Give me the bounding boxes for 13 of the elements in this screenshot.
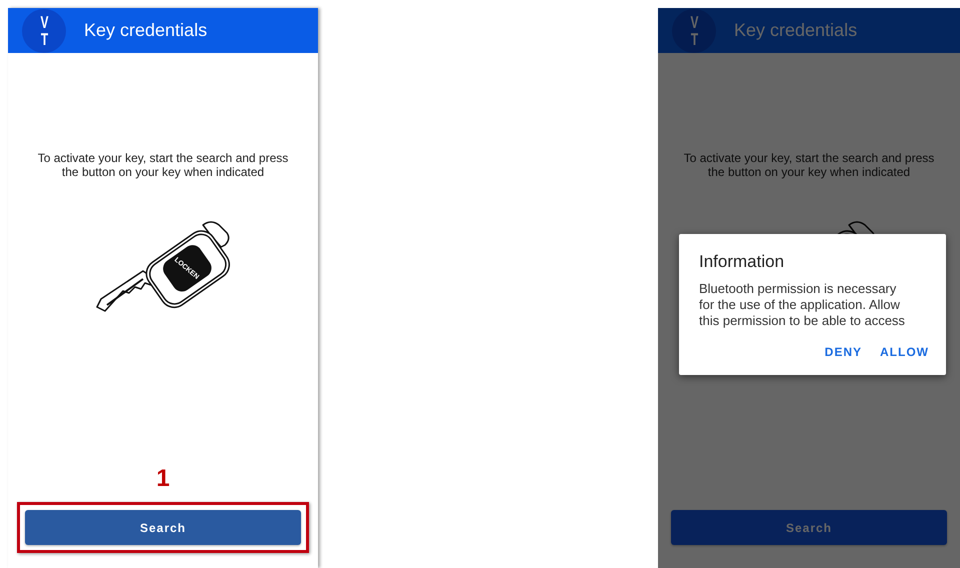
search-button[interactable]: Search: [671, 510, 947, 545]
header-title: Key credentials: [84, 20, 208, 41]
dialog-action-button[interactable]: DENY: [824, 345, 862, 359]
header-title: Key credentials: [734, 20, 858, 41]
dialog-message: Bluetooth permission is necessary for the use of the application. Allow this permission to be able to access: [699, 281, 906, 329]
instruction-text: To activate your key, start the search and press the button on your key when indicated: [36, 151, 290, 179]
instruction-text: To activate your key, start the search and press the button on your key when indicated: [682, 151, 936, 179]
logo-badge: VT: [22, 8, 66, 52]
search-button[interactable]: Search: [25, 510, 301, 545]
dialog-title: Information: [699, 252, 786, 272]
step-number: 1: [156, 466, 170, 492]
logo-badge: VT: [672, 8, 716, 52]
dialog-action-button[interactable]: ALLOW: [880, 345, 929, 359]
